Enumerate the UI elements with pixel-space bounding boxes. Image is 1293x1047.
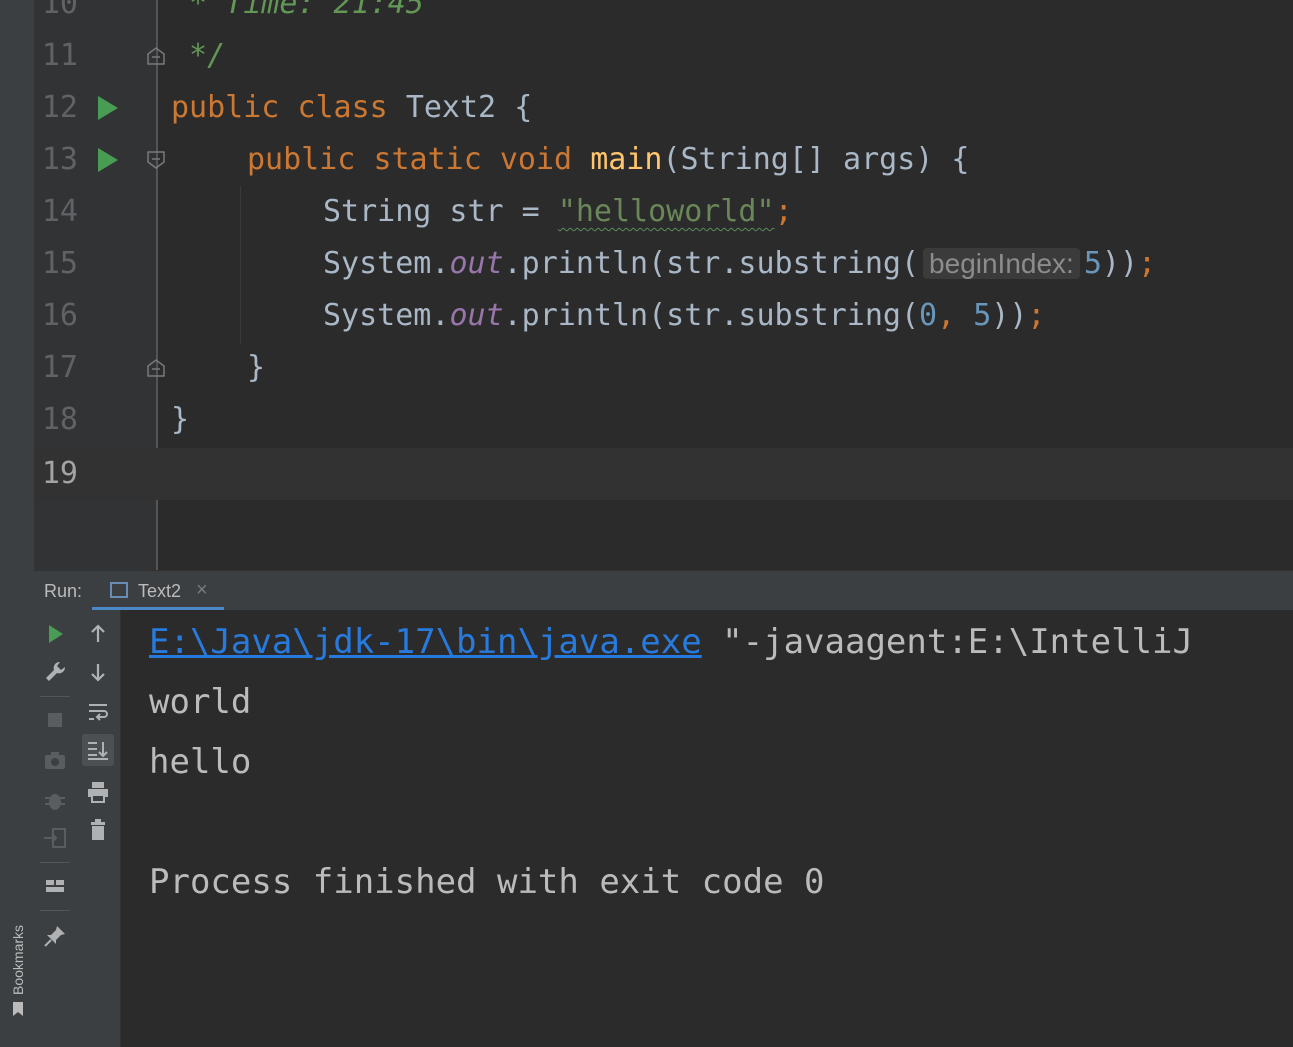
- semicolon: ;: [1027, 298, 1046, 333]
- fold-end-icon[interactable]: [146, 358, 166, 378]
- run-class-icon[interactable]: [98, 96, 118, 120]
- camera-icon[interactable]: [39, 744, 71, 776]
- number-literal: 0: [919, 298, 938, 333]
- console-icon: [110, 582, 128, 598]
- keyword: public: [171, 90, 280, 125]
- params: (String[] args) {: [662, 142, 970, 177]
- scroll-to-end-button[interactable]: [82, 734, 114, 766]
- close-tab-button[interactable]: ×: [196, 579, 208, 602]
- code-editor[interactable]: 10 * Time: 21:45 11 */ 12 public class T…: [34, 0, 1293, 570]
- debug-bug-icon[interactable]: [39, 784, 71, 816]
- code-line: 17 }: [34, 342, 1293, 394]
- parameter-hint: beginIndex:: [923, 248, 1080, 279]
- code-segment: )): [991, 298, 1028, 333]
- run-label: Run:: [44, 581, 83, 601]
- code-text: public static void main(String[] args) {: [247, 134, 969, 186]
- brace: {: [514, 90, 533, 125]
- line-number: 18: [41, 402, 78, 437]
- stop-icon[interactable]: [39, 704, 71, 736]
- run-toolbar-primary: [34, 610, 77, 1047]
- console-output-line: hello: [149, 742, 252, 782]
- toolbar-separator: [40, 696, 70, 697]
- run-tab-text2[interactable]: Text2 ×: [92, 571, 224, 611]
- wrench-icon[interactable]: [39, 656, 71, 688]
- fold-end-icon[interactable]: [146, 46, 166, 66]
- code-text: public class Text2 {: [171, 82, 532, 134]
- console-command-line: E:\Java\jdk-17\bin\java.exe "-javaagent:…: [149, 612, 1193, 672]
- line-number: 19: [41, 456, 78, 491]
- line-number: 16: [41, 298, 78, 333]
- console-output-line: world: [149, 682, 252, 722]
- arrow-up-icon[interactable]: [82, 618, 114, 650]
- layout-icon[interactable]: [39, 870, 71, 902]
- toolbar-separator: [40, 910, 70, 911]
- code-segment: .println(str.substring(: [503, 246, 920, 281]
- code-line: 10 * Time: 21:45: [34, 0, 1293, 30]
- bookmarks-label: Bookmarks: [10, 924, 26, 995]
- command-args: "-javaagent:E:\IntelliJ: [701, 622, 1193, 662]
- line-number: 10: [41, 0, 78, 21]
- code-line: 11 */: [34, 30, 1293, 82]
- toolbar-separator: [40, 862, 70, 863]
- code-segment: System.: [323, 298, 450, 333]
- keyword: void: [499, 142, 573, 177]
- code-line-current: 19: [34, 448, 1293, 500]
- exit-message: Process finished with exit code 0: [149, 862, 825, 902]
- print-icon[interactable]: [82, 776, 114, 808]
- left-tool-strip: Bookmarks: [0, 0, 35, 1047]
- keyword: class: [297, 90, 388, 125]
- line-number: 14: [41, 194, 78, 229]
- run-tool-window-header: Run: Text2 ×: [34, 570, 1293, 611]
- comma: ,: [937, 298, 974, 333]
- number-literal: 5: [1083, 246, 1102, 281]
- trash-icon[interactable]: [82, 814, 114, 846]
- java-exe-link[interactable]: E:\Java\jdk-17\bin\java.exe: [149, 622, 702, 662]
- method-name: main: [590, 142, 663, 177]
- code-segment: )): [1101, 246, 1139, 281]
- code-segment: .println(str.substring(: [503, 298, 920, 333]
- line-number: 17: [41, 350, 78, 385]
- scroll-to-end-icon: [88, 742, 108, 760]
- closing-brace: }: [247, 350, 266, 385]
- line-number: 12: [41, 90, 78, 125]
- code-line: 14 String str = "helloworld";: [34, 186, 1293, 238]
- fold-start-icon[interactable]: [146, 150, 166, 170]
- semicolon: ;: [774, 194, 793, 229]
- declaration: String str =: [323, 194, 558, 229]
- run-tab-label: Text2: [138, 581, 182, 601]
- pin-icon[interactable]: [39, 920, 71, 952]
- code-text: String str = "helloworld";: [323, 186, 793, 238]
- code-segment: System.: [323, 246, 450, 281]
- comment-text: */: [171, 38, 226, 73]
- closing-brace: }: [171, 402, 190, 437]
- number-literal: 5: [973, 298, 992, 333]
- login-icon[interactable]: [39, 822, 71, 854]
- code-text: System.out.println(str.substring(beginIn…: [323, 238, 1156, 290]
- code-line: 13 public static void main(String[] args…: [34, 134, 1293, 186]
- run-method-icon[interactable]: [98, 148, 118, 172]
- arrow-down-icon[interactable]: [82, 656, 114, 688]
- string-literal: "helloworld": [557, 194, 775, 229]
- code-text: System.out.println(str.substring(0, 5));: [323, 290, 1045, 342]
- code-line: 15 System.out.println(str.substring(begi…: [34, 238, 1293, 290]
- line-number: 11: [41, 38, 78, 73]
- line-number: 15: [41, 246, 78, 281]
- run-toolbar-secondary: [77, 610, 121, 1047]
- code-line: 18 }: [34, 394, 1293, 446]
- code-line: 16 System.out.println(str.substring(0, 5…: [34, 290, 1293, 342]
- comment-text: * Time: 21:45: [171, 0, 424, 21]
- field-name: out: [449, 246, 504, 281]
- line-number: 13: [41, 142, 78, 177]
- class-name: Text2: [405, 90, 497, 125]
- keyword: static: [373, 142, 482, 177]
- semicolon: ;: [1138, 246, 1157, 281]
- console-output[interactable]: E:\Java\jdk-17\bin\java.exe "-javaagent:…: [121, 610, 1293, 1047]
- field-name: out: [449, 298, 504, 333]
- bookmarks-tool-button[interactable]: Bookmarks: [2, 905, 32, 1025]
- rerun-icon[interactable]: [39, 618, 71, 650]
- soft-wrap-icon[interactable]: [82, 696, 114, 728]
- code-line: 12 public class Text2 {: [34, 82, 1293, 134]
- bookmark-icon: [13, 1002, 23, 1016]
- keyword: public: [247, 142, 356, 177]
